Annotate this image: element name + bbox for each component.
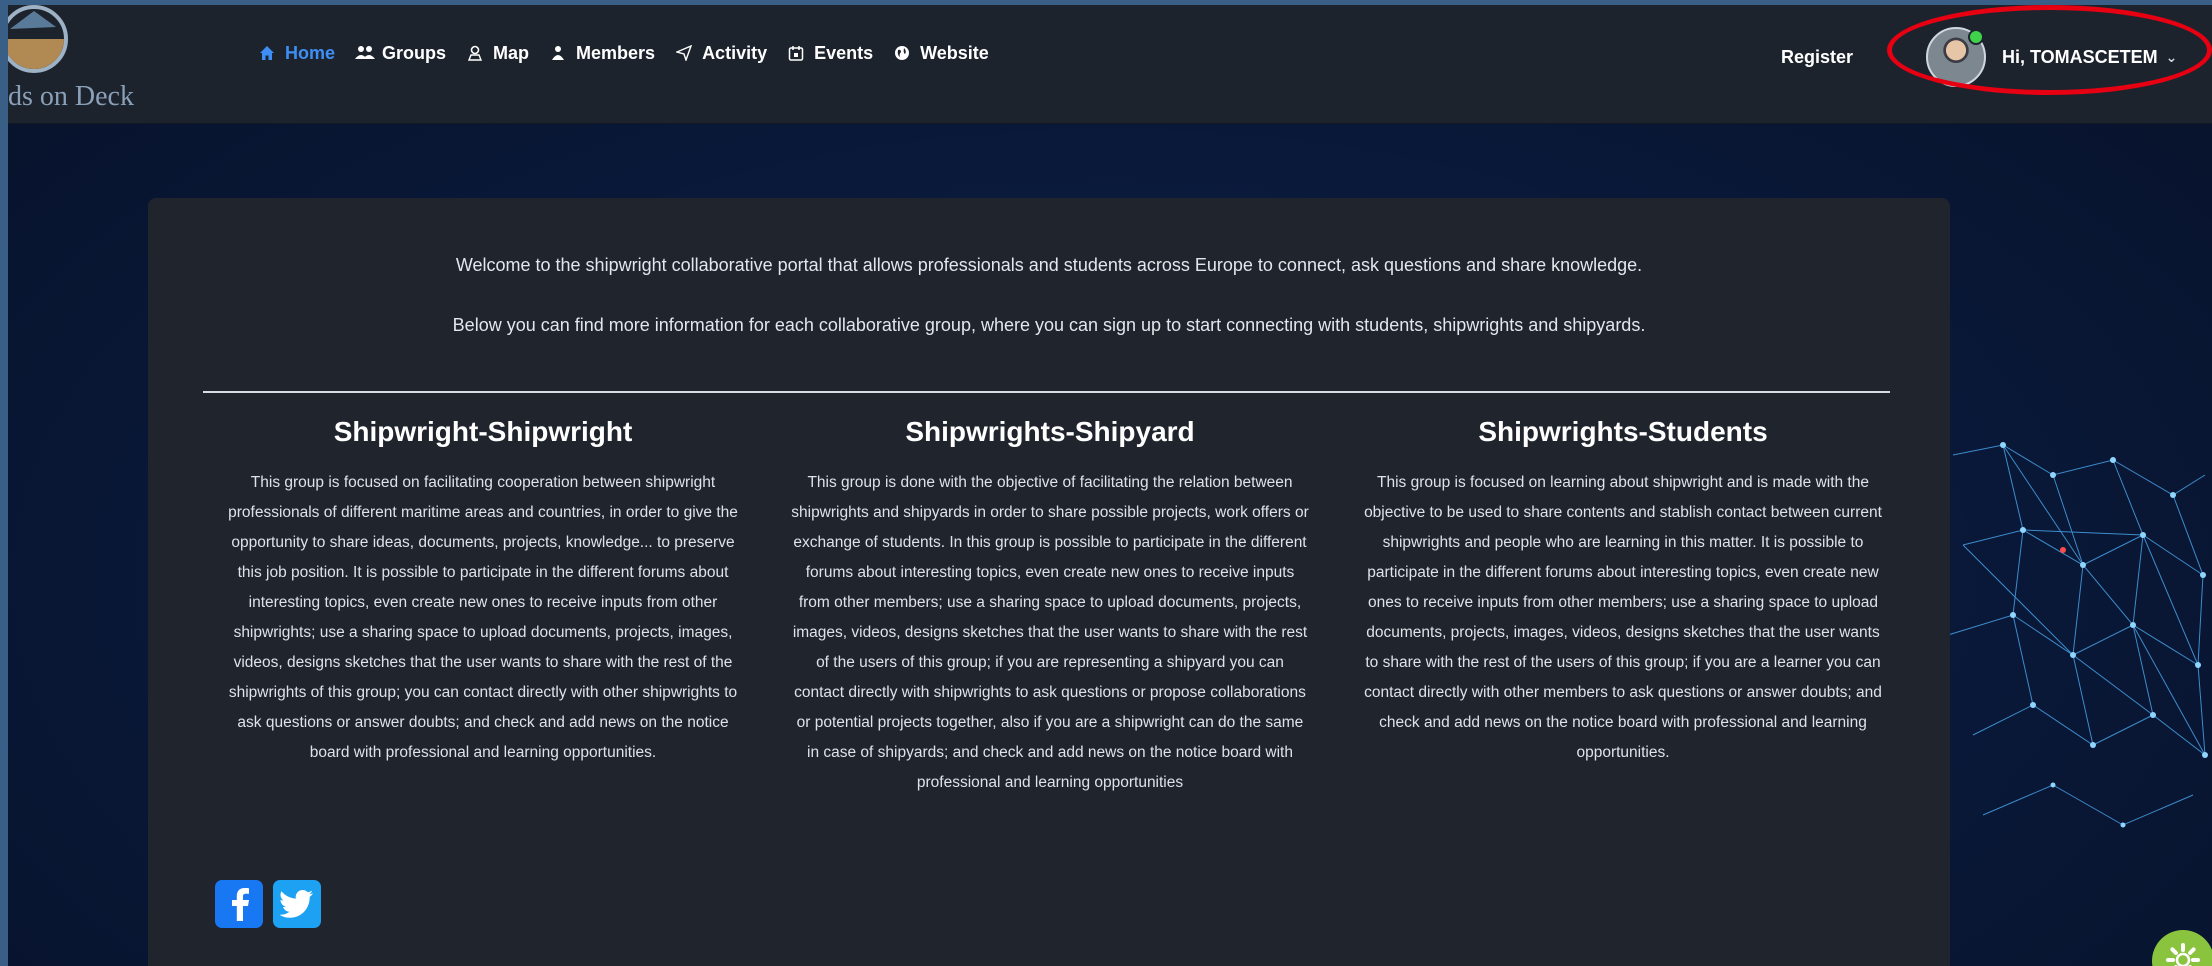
register-link[interactable]: Register (1781, 47, 1853, 68)
groups-icon (355, 45, 376, 63)
nav-item-members[interactable]: Members (549, 43, 655, 64)
gear-icon (2166, 943, 2200, 966)
facebook-button[interactable] (215, 880, 263, 928)
intro-text-2: Below you can find more information for … (452, 315, 1646, 335)
network-art-image (1947, 442, 2208, 828)
nav-item-label: Groups (382, 43, 447, 63)
activity-icon (674, 44, 693, 63)
section-divider (203, 391, 1890, 393)
group-description: This group is done with the objective of… (791, 474, 1309, 791)
nav-item-label: Activity (702, 43, 768, 63)
main-menu: Home Groups Map Members Activity Events … (258, 43, 989, 64)
intro-text-1: Welcome to the shipwright collaborative … (455, 255, 1643, 275)
nav-item-groups[interactable]: Groups (355, 43, 446, 64)
logo-emblem-icon (8, 5, 68, 73)
site-logo[interactable]: ds on Deck (8, 5, 148, 123)
facebook-icon (232, 888, 249, 921)
top-navbar: ds on Deck Home Groups Map Members Activ… (8, 5, 2212, 124)
nav-item-website[interactable]: Website (893, 43, 989, 64)
home-icon (258, 45, 276, 63)
settings-button[interactable] (2152, 930, 2212, 966)
nav-item-home[interactable]: Home (258, 43, 335, 64)
group-column-shipwrights-students: Shipwrights-Students This group is focus… (1353, 416, 1893, 768)
globe-icon (893, 45, 911, 63)
twitter-button[interactable] (273, 880, 321, 928)
nav-item-map[interactable]: Map (466, 43, 529, 64)
social-links (215, 880, 321, 928)
nav-item-label: Map (493, 43, 530, 63)
members-icon (549, 45, 567, 63)
highlight-annotation (1887, 5, 2212, 95)
group-column-shipwrights-shipyard: Shipwrights-Shipyard This group is done … (780, 416, 1320, 798)
nav-item-label: Website (920, 43, 989, 63)
group-description: This group is focused on facilitating co… (228, 474, 738, 761)
map-icon (466, 45, 484, 63)
nav-item-label: Home (285, 43, 336, 63)
nav-item-events[interactable]: Events (787, 43, 873, 64)
logo-text: ds on Deck (8, 81, 134, 112)
group-title[interactable]: Shipwrights-Shipyard (780, 416, 1320, 448)
nav-item-label: Events (814, 43, 874, 63)
group-column-shipwright-shipwright: Shipwright-Shipwright This group is focu… (213, 416, 753, 768)
group-title[interactable]: Shipwrights-Students (1353, 416, 1893, 448)
twitter-icon (280, 890, 313, 918)
group-description: This group is focused on learning about … (1364, 474, 1882, 761)
group-title[interactable]: Shipwright-Shipwright (213, 416, 753, 448)
events-icon (787, 45, 805, 63)
nav-item-activity[interactable]: Activity (674, 43, 768, 64)
nav-item-label: Members (576, 43, 656, 63)
page-frame: ds on Deck Home Groups Map Members Activ… (8, 5, 2212, 966)
main-content-card: Welcome to the shipwright collaborative … (148, 198, 1950, 966)
